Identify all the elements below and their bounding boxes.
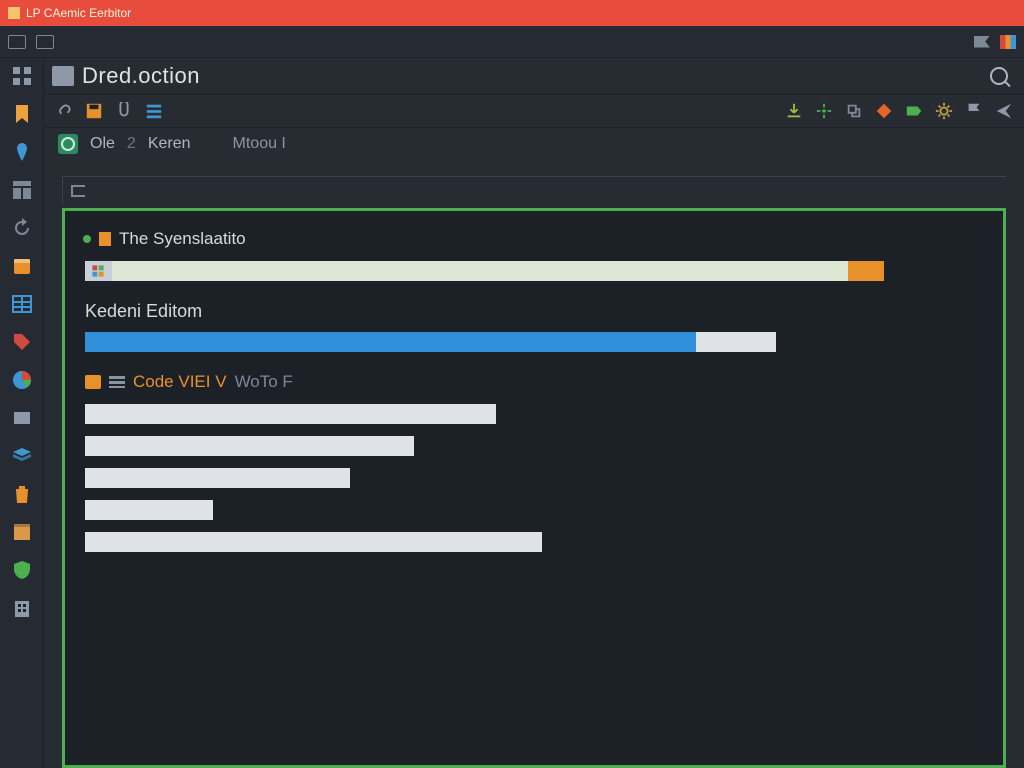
layout-icon[interactable] <box>10 178 34 202</box>
bar-row <box>85 468 350 488</box>
section-title-primary: Code VIEI V <box>133 372 227 392</box>
bar-segment <box>776 332 983 352</box>
main-area: Dred.oction Ole 2 Keren Mtoou I <box>44 58 1024 768</box>
list-icon <box>109 376 125 388</box>
bar-row <box>85 500 213 520</box>
bar-row-2 <box>85 332 983 352</box>
grid-icon[interactable] <box>10 64 34 88</box>
bar-segment <box>85 261 112 281</box>
link-icon[interactable] <box>54 101 74 121</box>
titlebar: LP CAemic Eerbitor <box>0 0 1024 26</box>
bar-row-1 <box>85 261 983 281</box>
editor-tabstrip <box>62 176 1006 204</box>
breadcrumb-item[interactable]: Mtoou I <box>233 135 286 153</box>
window-secondary-icon[interactable] <box>36 35 54 49</box>
bar-segment <box>848 261 884 281</box>
pie-icon[interactable] <box>10 368 34 392</box>
activitybar <box>0 58 44 768</box>
page-title: Dred.oction <box>82 63 200 89</box>
flag-icon[interactable] <box>964 101 984 121</box>
section-title: The Syenslaatito <box>119 229 246 249</box>
refresh-icon[interactable] <box>10 216 34 240</box>
bar-row <box>85 436 414 456</box>
page-icon <box>52 66 74 86</box>
breadcrumb-item[interactable]: Keren <box>148 135 191 153</box>
tag-icon[interactable] <box>10 330 34 354</box>
flag-icon[interactable] <box>974 36 990 48</box>
panel-icon[interactable] <box>10 406 34 430</box>
window-title: LP CAemic Eerbitor <box>26 6 131 20</box>
window-restore-icon[interactable] <box>8 35 26 49</box>
bar-segment <box>884 261 983 281</box>
label-icon[interactable] <box>904 101 924 121</box>
bar-segment <box>85 332 696 352</box>
section-header-3: Code VIEI V WoTo F <box>85 372 991 392</box>
breadcrumb-icon <box>58 134 78 154</box>
bar-row <box>85 532 542 552</box>
palette-icon[interactable] <box>1000 35 1016 49</box>
trash-icon[interactable] <box>10 482 34 506</box>
bar-segment <box>112 261 848 281</box>
target-icon[interactable] <box>814 101 834 121</box>
save-icon[interactable] <box>84 101 104 121</box>
folder-icon <box>99 232 111 246</box>
breadcrumb-item[interactable]: Ole <box>90 135 115 153</box>
section-header-2: Kedeni Editom <box>85 301 991 322</box>
section-header-1: The Syenslaatito <box>83 229 991 249</box>
box-icon[interactable] <box>10 520 34 544</box>
gear-icon[interactable] <box>934 101 954 121</box>
table-icon[interactable] <box>10 292 34 316</box>
audio-icon[interactable] <box>114 101 134 121</box>
diamond-icon[interactable] <box>874 101 894 121</box>
breadcrumb: Ole 2 Keren Mtoou I <box>44 128 1024 160</box>
menubar <box>0 26 1024 58</box>
pin-icon[interactable] <box>10 140 34 164</box>
download-icon[interactable] <box>784 101 804 121</box>
export-icon[interactable] <box>844 101 864 121</box>
status-dot-icon <box>83 235 91 243</box>
bar-segment <box>696 332 777 352</box>
list-icon[interactable] <box>144 101 164 121</box>
bar-row <box>85 404 496 424</box>
stack-icon[interactable] <box>10 444 34 468</box>
building-icon[interactable] <box>10 596 34 620</box>
folder-icon <box>85 375 101 389</box>
editor-frame: The Syenslaatito Kedeni Editom Code VIEI… <box>62 208 1006 768</box>
tab-icon[interactable] <box>71 185 85 197</box>
shield-icon[interactable] <box>10 558 34 582</box>
bookmark-icon[interactable] <box>10 102 34 126</box>
calendar-icon[interactable] <box>10 254 34 278</box>
header: Dred.oction <box>44 58 1024 95</box>
app-icon <box>8 7 20 19</box>
toolbar <box>44 95 1024 127</box>
section-title-secondary: WoTo F <box>235 372 293 392</box>
breadcrumb-item[interactable]: 2 <box>127 135 136 153</box>
search-icon[interactable] <box>990 67 1008 85</box>
send-icon[interactable] <box>994 101 1014 121</box>
